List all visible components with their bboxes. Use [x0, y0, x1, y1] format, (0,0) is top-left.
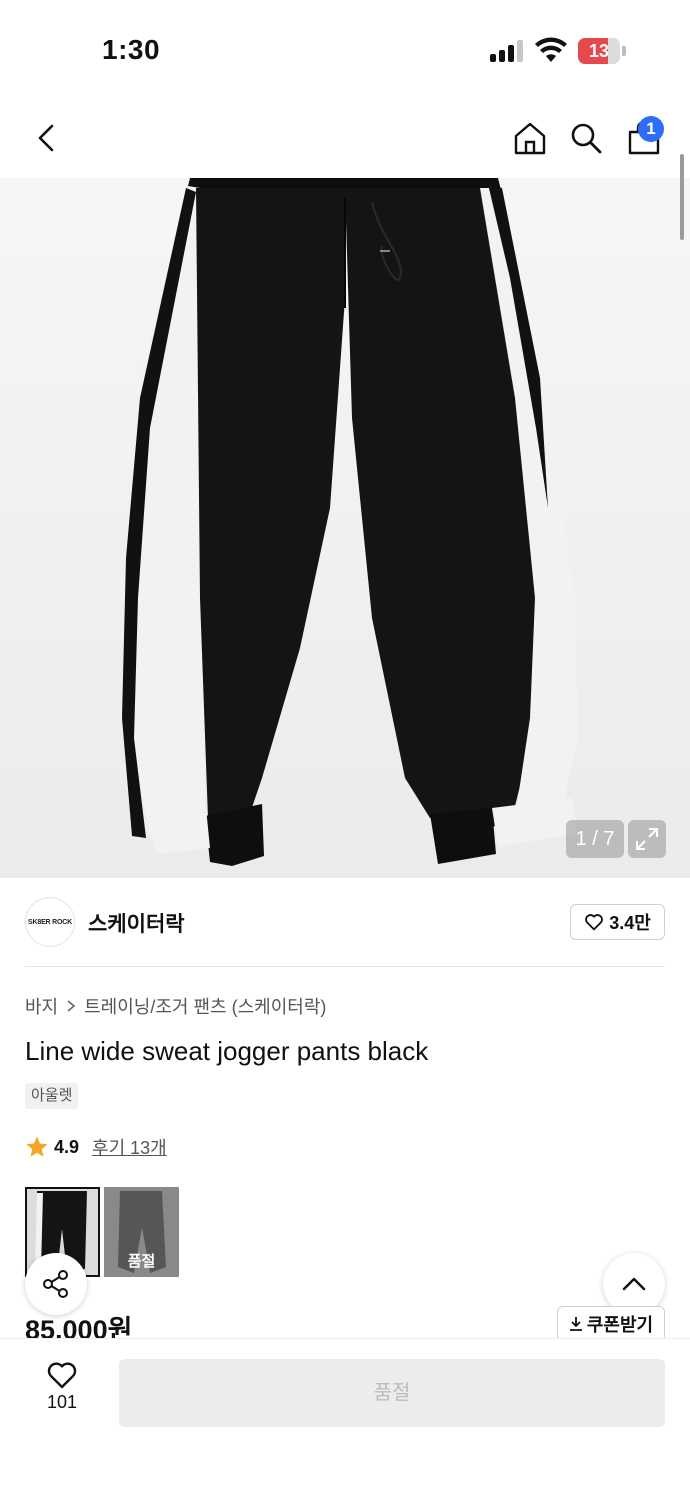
battery-icon: 13 [578, 38, 626, 64]
sold-out-label: 품절 [127, 1253, 156, 1270]
chevron-left-icon [38, 124, 54, 152]
status-time: 1:30 [102, 34, 161, 65]
product-image[interactable] [0, 178, 690, 878]
brand-name[interactable]: 스케이터락 [88, 908, 185, 938]
cellular-signal-icon [490, 40, 524, 62]
cart-count-badge: 1 [638, 116, 664, 142]
back-button[interactable] [28, 118, 64, 158]
purchase-button[interactable]: 품절 [119, 1359, 665, 1427]
heart-icon [47, 1362, 77, 1389]
star-icon [26, 1136, 48, 1157]
wifi-icon [535, 37, 567, 62]
share-icon [43, 1270, 68, 1298]
coupon-button[interactable]: 쿠폰받기 [557, 1306, 665, 1342]
scrollbar[interactable] [680, 154, 684, 240]
search-button[interactable] [566, 118, 606, 158]
review-link[interactable]: 후기 13개 [92, 1134, 167, 1160]
rating-score: 4.9 [54, 1136, 80, 1157]
heart-icon [585, 914, 604, 931]
breadcrumb: 바지 트레이닝/조거 팬츠 (스케이터락) [25, 993, 326, 1019]
share-button[interactable] [25, 1253, 87, 1315]
chevron-right-icon [67, 1000, 76, 1012]
status-bar: 1:30 13 [0, 0, 690, 100]
product-title: Line wide sweat jogger pants black [25, 1036, 429, 1066]
divider [25, 966, 665, 967]
chevron-up-icon [622, 1277, 646, 1291]
breadcrumb-item-subcategory[interactable]: 트레이닝/조거 팬츠 (스케이터락) [84, 993, 326, 1019]
rating: 4.9 후기 13개 [25, 1134, 167, 1160]
download-icon [569, 1317, 582, 1331]
image-counter: 1 / 7 [566, 820, 624, 858]
brand-logo-text: SK8ER ROCK [28, 918, 72, 926]
expand-icon [636, 828, 658, 850]
brand-logo[interactable]: SK8ER ROCK [25, 897, 75, 947]
jogger-pants-photo [122, 178, 578, 866]
coupon-label: 쿠폰받기 [586, 1315, 654, 1335]
brand-like-button[interactable]: 3.4만 [570, 904, 665, 940]
wishlist-count: 101 [46, 1392, 78, 1412]
home-icon [514, 122, 546, 155]
search-icon [571, 123, 602, 154]
outlet-tag: 아울렛 [25, 1083, 79, 1109]
battery-level: 13 [588, 41, 610, 61]
expand-image-button[interactable] [628, 820, 666, 858]
color-option-gray[interactable]: 품절 [104, 1187, 179, 1277]
home-button[interactable] [510, 118, 550, 158]
breadcrumb-item-category[interactable]: 바지 [25, 993, 58, 1019]
wishlist-button[interactable]: 101 [30, 1360, 94, 1426]
brand-like-count: 3.4만 [609, 913, 651, 933]
top-navigation [0, 104, 690, 174]
